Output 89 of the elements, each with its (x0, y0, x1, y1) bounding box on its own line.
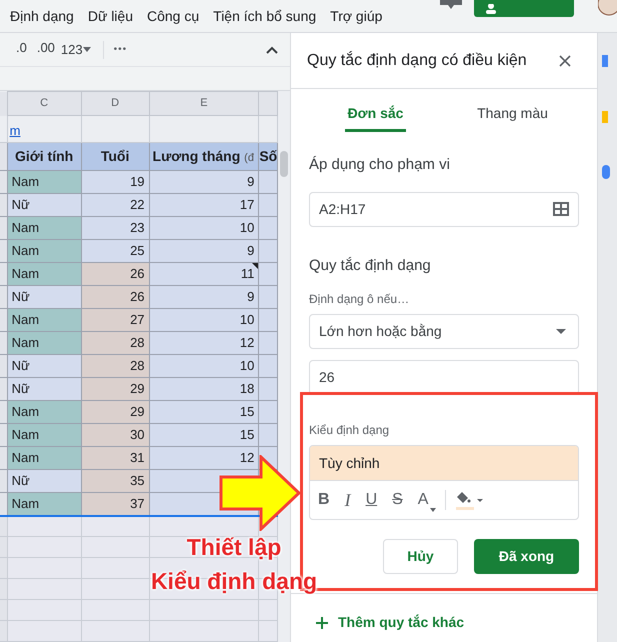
value-input-field[interactable]: 26 (309, 360, 579, 395)
table-cell: Nam (7, 170, 82, 194)
table-cell: 10 (149, 216, 259, 240)
table-cell: 31 (81, 446, 150, 470)
table-cell: Nữ (7, 378, 82, 400)
table-cell: Nữ (7, 354, 82, 378)
range-field[interactable]: A2:H17 (309, 192, 579, 226)
underline-button[interactable]: U (366, 488, 378, 512)
section-label: Quy tắc định dạng (309, 256, 432, 276)
plus-icon (316, 616, 328, 628)
cancel-button[interactable]: Hủy (383, 539, 458, 574)
more-button[interactable]: ••• (114, 42, 128, 58)
table-cell: 37 (81, 492, 150, 516)
table-cell: Nam (7, 216, 82, 240)
menu-item[interactable]: Dữ liệu (88, 6, 133, 26)
table-cell: 15 (149, 424, 259, 446)
fill-color-icon[interactable] (455, 490, 484, 510)
annotation-text: Thiết lập (186, 533, 282, 562)
table-cell: 29 (81, 400, 150, 424)
table-cell: 22 (81, 194, 150, 216)
table-cell: 10 (149, 308, 259, 332)
menu-item[interactable]: Định dạng (10, 6, 74, 26)
caret-icon (430, 508, 436, 512)
table-cell: Nam (7, 262, 82, 286)
column-header[interactable]: E (200, 97, 208, 110)
table-cell: 12 (149, 446, 259, 470)
scrollbar-thumb[interactable] (280, 151, 288, 177)
table-cell: Nữ (7, 194, 82, 216)
strikethrough-button[interactable]: S (392, 488, 403, 512)
section-label: Áp dụng cho phạm vi (309, 155, 451, 175)
table-cell: 10 (149, 354, 259, 378)
table-cell: 26 (81, 262, 150, 286)
table-cell: 9 (149, 170, 259, 194)
table-cell: 28 (81, 332, 150, 354)
table-cell: Nữ (7, 286, 82, 308)
field-label: Kiểu định dạng (309, 422, 390, 439)
done-button[interactable]: Đã xong (474, 539, 579, 574)
column-header[interactable]: D (111, 97, 120, 110)
close-icon[interactable] (559, 54, 571, 66)
table-cell: Nam (7, 308, 82, 332)
table-cell: 25 (81, 240, 150, 262)
table-cell: 35 (81, 470, 150, 492)
table-cell: Nam (7, 446, 82, 470)
comment-icon[interactable] (440, 0, 462, 9)
table-cell: 26 (81, 286, 150, 308)
table-cell: 27 (81, 308, 150, 332)
tab[interactable]: Đơn sắc (344, 97, 406, 132)
table-cell: Nữ (7, 470, 82, 492)
add-rule-link[interactable]: Thêm quy tắc khác (316, 612, 597, 633)
tab[interactable]: Thang màu (474, 97, 551, 132)
table-cell: Nam (7, 332, 82, 354)
table-cell: 23 (81, 216, 150, 240)
increase-decimal-button[interactable]: .00 (36, 38, 55, 62)
table-cell: Nam (7, 240, 82, 262)
number-format-button[interactable]: 123 (60, 40, 91, 60)
share-button[interactable] (474, 0, 574, 17)
table-cell: 9 (149, 240, 259, 262)
table-cell: 12 (149, 332, 259, 354)
table-cell: 9 (149, 286, 259, 308)
grid-icon[interactable] (553, 202, 569, 216)
avatar-icon[interactable] (598, 0, 617, 16)
menu-item[interactable]: Công cụ (147, 6, 200, 26)
table-cell: Nam (7, 492, 82, 516)
condition-dropdown[interactable]: Lớn hơn hoặc bằng (309, 314, 579, 349)
table-cell: Nam (7, 424, 82, 446)
person-icon (484, 4, 498, 14)
table-cell: Nam (7, 400, 82, 424)
table-cell: 18 (149, 378, 259, 400)
link-text[interactable]: m (10, 122, 20, 138)
column-header[interactable]: C (40, 97, 48, 110)
italic-button[interactable]: I (344, 486, 351, 514)
table-cell: 11 (149, 262, 259, 286)
menu-item[interactable]: Trợ giúp (330, 6, 382, 26)
table-cell: 30 (81, 424, 150, 446)
table-cell: 15 (149, 400, 259, 424)
table-cell: 17 (149, 194, 259, 216)
menu-item[interactable]: Tiện ích bổ sung (213, 6, 316, 26)
bold-button[interactable]: B (318, 488, 330, 512)
style-preview: Tùy chỉnh (310, 446, 578, 481)
table-cell: 29 (81, 378, 150, 400)
field-label: Định dạng ô nếu… (309, 291, 410, 308)
dropdown-icon (556, 329, 566, 334)
table-cell: 28 (81, 354, 150, 378)
caret-icon (82, 47, 91, 52)
text-color-button[interactable]: A (418, 488, 436, 512)
decrease-decimal-button[interactable]: .0 (16, 38, 27, 62)
collapse-icon[interactable] (266, 46, 278, 54)
panel-title: Quy tắc định dạng có điều kiện (307, 50, 527, 70)
table-cell: 19 (81, 170, 150, 194)
